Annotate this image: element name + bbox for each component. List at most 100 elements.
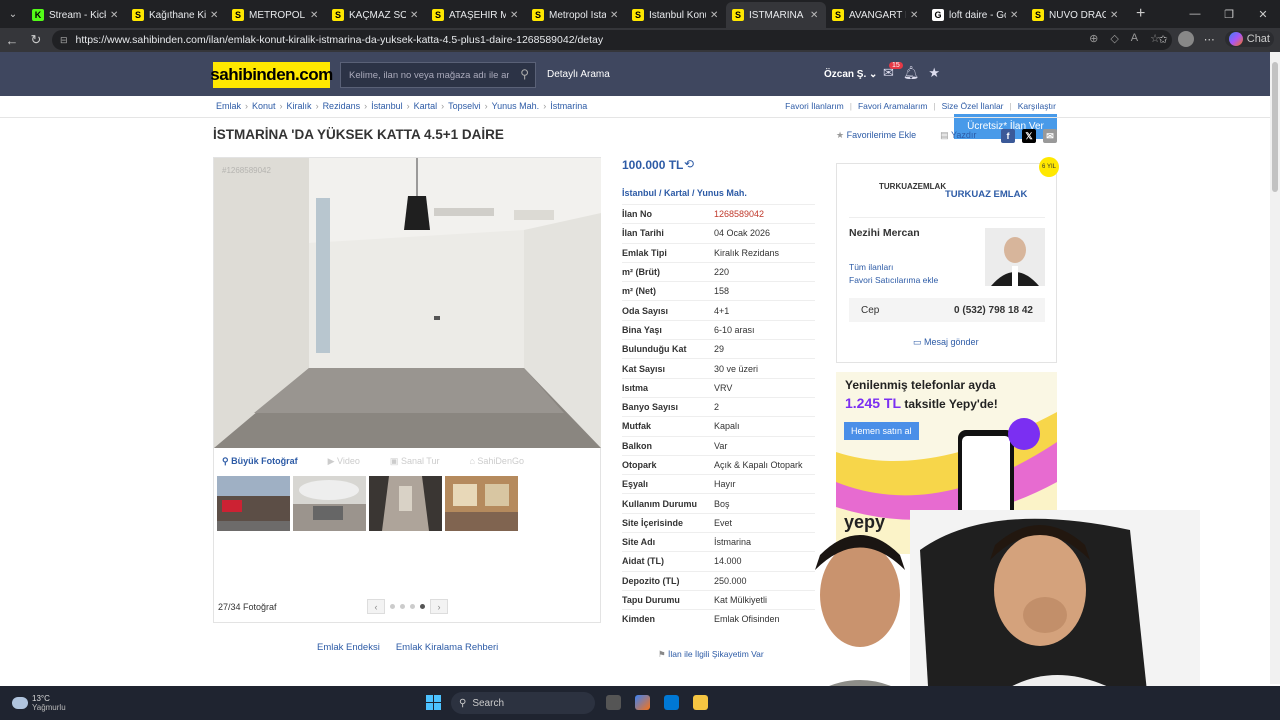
close-tab-icon[interactable]: ✕: [410, 10, 420, 21]
breadcrumb-item[interactable]: Topselvi: [448, 101, 481, 111]
agency-logo[interactable]: TURKUAZEMLAK: [879, 182, 946, 191]
copilot-chat-button[interactable]: Chat: [1224, 31, 1274, 47]
footer-link[interactable]: Emlak Endeksi: [317, 642, 380, 653]
close-tab-icon[interactable]: ✕: [710, 10, 720, 21]
quick-link[interactable]: Karşılaştır: [1018, 101, 1056, 111]
more-icon[interactable]: ⋯: [1204, 33, 1215, 46]
detailed-search-link[interactable]: Detaylı Arama: [547, 69, 610, 80]
close-tab-icon[interactable]: ✕: [1010, 10, 1020, 21]
read-aloud-icon[interactable]: A: [1131, 32, 1138, 45]
weather-widget[interactable]: 13°C Yağmurlu: [12, 694, 66, 712]
close-tab-icon[interactable]: ✕: [210, 10, 220, 21]
breadcrumb-item[interactable]: İstanbul: [371, 101, 403, 111]
user-menu[interactable]: Özcan Ş. ⌄: [824, 69, 877, 80]
x-twitter-icon[interactable]: 𝕏: [1022, 129, 1036, 143]
all-ads-link[interactable]: Tüm ilanları: [849, 262, 893, 272]
footer-link[interactable]: Emlak Kiralama Rehberi: [396, 642, 498, 653]
notifications-icon[interactable]: 🔔︎: [903, 65, 920, 81]
main-photo[interactable]: #1268589042: [214, 158, 601, 448]
close-tab-icon[interactable]: ✕: [610, 10, 620, 21]
browser-tab[interactable]: S Metropol İstanbu ✕: [526, 2, 626, 28]
phone-number[interactable]: 0 (532) 798 18 42: [954, 305, 1033, 316]
site-logo[interactable]: sahibinden.com: [210, 62, 333, 88]
profile-avatar[interactable]: [1177, 31, 1194, 47]
favorites-star-icon[interactable]: ★: [928, 65, 940, 81]
site-info-icon[interactable]: ⊟: [60, 35, 68, 46]
browser-tab[interactable]: S İstanbul Konut Fi ✕: [626, 2, 726, 28]
photo-tabs: ⚲ Büyük Fotoğraf ▶ Video ▣ Sanal Tur ⌂ S…: [214, 450, 601, 472]
pager-dot[interactable]: [390, 604, 395, 609]
pager-dot[interactable]: [410, 604, 415, 609]
quick-link[interactable]: Favori İlanlarım: [785, 101, 844, 111]
email-icon[interactable]: ✉: [1043, 129, 1057, 143]
agency-name[interactable]: TURKUAZ EMLAK: [945, 189, 1027, 200]
facebook-icon[interactable]: f: [1001, 129, 1015, 143]
thumbnail[interactable]: [217, 476, 290, 531]
attribute-value: 2: [714, 402, 720, 413]
next-photos-button[interactable]: ›: [430, 599, 448, 614]
add-favorite-link[interactable]: ★ Favorilerime Ekle: [836, 130, 916, 141]
close-tab-icon[interactable]: ✕: [810, 10, 820, 21]
thumbnail[interactable]: [445, 476, 518, 531]
quick-link[interactable]: Favori Aramalarım: [858, 101, 927, 111]
close-tab-icon[interactable]: ✕: [310, 10, 320, 21]
back-icon[interactable]: ←: [0, 33, 24, 48]
browser-tab[interactable]: S Kağıthane Kiralık ✕: [126, 2, 226, 28]
search-icon[interactable]: ⚲: [520, 67, 529, 81]
breadcrumb-item[interactable]: İstmarina: [550, 101, 587, 111]
close-tab-icon[interactable]: ✕: [910, 10, 920, 21]
task-view-icon[interactable]: [606, 695, 621, 710]
browser-tab[interactable]: S AVANGART İSTAN ✕: [826, 2, 926, 28]
new-tab-button[interactable]: +: [1136, 5, 1156, 23]
thumbnail[interactable]: [369, 476, 442, 531]
close-tab-icon[interactable]: ✕: [1110, 10, 1120, 21]
advert-cta-button[interactable]: Hemen satın al: [844, 422, 919, 440]
breadcrumb-item[interactable]: Konut: [252, 101, 276, 111]
quicklink-separator: |: [1009, 101, 1012, 111]
location-link[interactable]: Yunus Mah.: [697, 188, 747, 198]
pager-dot[interactable]: [400, 604, 405, 609]
taskbar-search[interactable]: ⚲ Search: [451, 692, 595, 714]
browser-tab[interactable]: S METROPOL İSTAN ✕: [226, 2, 326, 28]
zoom-icon[interactable]: ⊕: [1089, 32, 1098, 45]
send-message-link[interactable]: ▭ Mesaj gönder: [913, 337, 979, 348]
close-tab-icon[interactable]: ✕: [510, 10, 520, 21]
breadcrumb-item[interactable]: Yunus Mah.: [492, 101, 540, 111]
file-explorer-icon[interactable]: [693, 695, 708, 710]
price-history-icon[interactable]: ⟲: [684, 157, 694, 171]
close-window-icon[interactable]: ✕: [1246, 8, 1280, 21]
tab-actions-menu-icon[interactable]: ⌄: [0, 0, 26, 28]
browser-tab[interactable]: S KAÇMAZ SON FI ✕: [326, 2, 426, 28]
restore-icon[interactable]: ❐: [1212, 8, 1246, 21]
favorite-seller-link[interactable]: Favori Satıcılarıma ekle: [849, 275, 938, 285]
breadcrumb-item[interactable]: Emlak: [216, 101, 241, 111]
minimize-icon[interactable]: —: [1178, 8, 1212, 20]
store-icon[interactable]: [664, 695, 679, 710]
location-link[interactable]: İstanbul: [622, 188, 657, 198]
copilot-app-icon[interactable]: [635, 695, 650, 710]
breadcrumb-item[interactable]: Kiralık: [287, 101, 312, 111]
close-tab-icon[interactable]: ✕: [110, 10, 120, 21]
browser-tab[interactable]: S İSTMARİNA 'DA Y ✕: [726, 2, 826, 28]
favorites-icon[interactable]: ✩: [1159, 33, 1168, 46]
tag-icon[interactable]: ◇: [1110, 32, 1118, 45]
big-photo-tab[interactable]: ⚲ Büyük Fotoğraf: [222, 456, 298, 467]
search-input[interactable]: [349, 69, 509, 81]
reload-icon[interactable]: ↻: [24, 32, 48, 48]
pager-dot[interactable]: [420, 604, 425, 609]
browser-tab[interactable]: Gloft daire - Googl ✕: [926, 2, 1026, 28]
quick-link[interactable]: Size Özel İlanlar: [942, 101, 1004, 111]
browser-tab[interactable]: S NUVO DRAGOS S ✕: [1026, 2, 1126, 28]
breadcrumb-item[interactable]: Kartal: [414, 101, 438, 111]
windows-start-icon[interactable]: [426, 695, 441, 710]
print-link[interactable]: ▤ Yazdır: [940, 130, 976, 141]
browser-tab[interactable]: K Stream - Kick Das ✕: [26, 2, 126, 28]
breadcrumb-item[interactable]: Rezidans: [323, 101, 361, 111]
url-field[interactable]: ⊟ https://www.sahibinden.com/ilan/emlak-…: [52, 30, 1172, 50]
scrollbar-thumb[interactable]: [1272, 62, 1278, 192]
browser-tab[interactable]: S ATAŞEHİR METRO ✕: [426, 2, 526, 28]
location-link[interactable]: Kartal: [664, 188, 690, 198]
pager-dots: [390, 604, 425, 609]
prev-photos-button[interactable]: ‹: [367, 599, 385, 614]
thumbnail[interactable]: [293, 476, 366, 531]
